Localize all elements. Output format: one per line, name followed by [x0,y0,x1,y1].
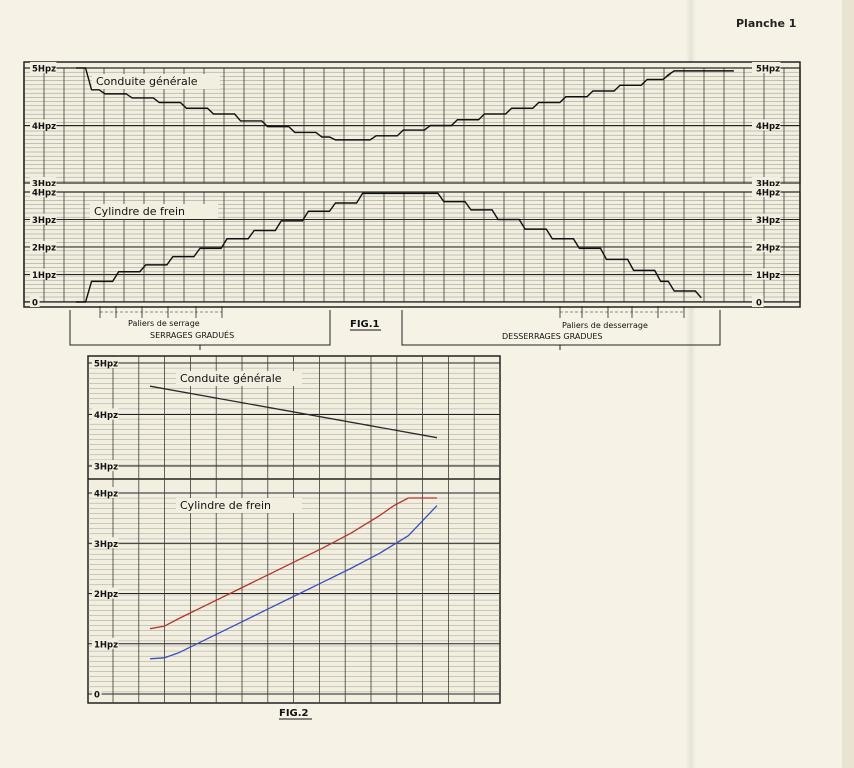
panel-title: Conduite générale [180,372,282,385]
y-tick-label: 5Hpz [94,360,118,370]
y-tick-label: 3Hpz [94,463,118,473]
figure-2-label: FIG.2 [279,708,309,719]
y-tick-label: 0 [94,691,100,701]
fig2-annotations: FIG.2 [279,708,312,720]
y-tick-label: 4Hpz [94,411,118,421]
fig2-grid [87,355,501,704]
scanned-plate: Planche 1 3Hpz 3Hpz 4Hpz 4Hpz 5Hpz 5Hpz Condui… [0,0,854,768]
y-tick-label: 1Hpz [94,640,118,650]
y-tick-label: 4Hpz [94,490,118,500]
y-tick-label: 3Hpz [94,540,118,550]
figure-2-chart: 3Hpz 4Hpz 5Hpz Conduite générale 0 1Hpz 2Hpz 3H… [87,355,501,720]
y-tick-label: 2Hpz [94,590,118,600]
panel-title: Cylindre de frein [180,499,271,512]
